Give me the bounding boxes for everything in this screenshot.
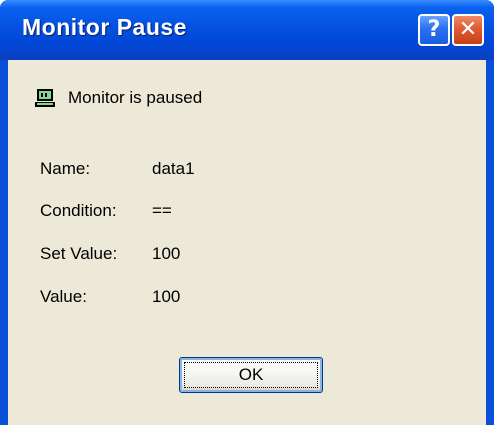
dialog-window: Monitor Pause ? ✕ Monitor is paused Name…: [0, 0, 494, 425]
name-label: Name:: [40, 159, 91, 178]
window-title: Monitor Pause: [22, 14, 187, 40]
set-value-value: 100: [152, 244, 181, 263]
title-bar[interactable]: Monitor Pause ? ✕: [0, 0, 494, 60]
ok-button[interactable]: OK: [179, 357, 323, 393]
close-button[interactable]: ✕: [452, 14, 484, 46]
status-text: Monitor is paused: [68, 88, 203, 107]
condition-value: ==: [152, 201, 172, 220]
set-value-label: Set Value:: [40, 244, 118, 263]
condition-label: Condition:: [40, 201, 117, 220]
name-value: data1: [152, 159, 195, 178]
dialog-body: Monitor is paused Name: data1 Condition:…: [8, 60, 486, 425]
value-value: 100: [152, 287, 181, 306]
value-label: Value:: [40, 287, 87, 306]
help-button[interactable]: ?: [418, 14, 450, 46]
monitor-icon: [35, 89, 55, 107]
status-message: Monitor is paused: [34, 85, 202, 111]
close-icon: ✕: [458, 17, 478, 42]
ok-button-label: OK: [238, 365, 264, 384]
help-icon: ?: [427, 17, 441, 42]
